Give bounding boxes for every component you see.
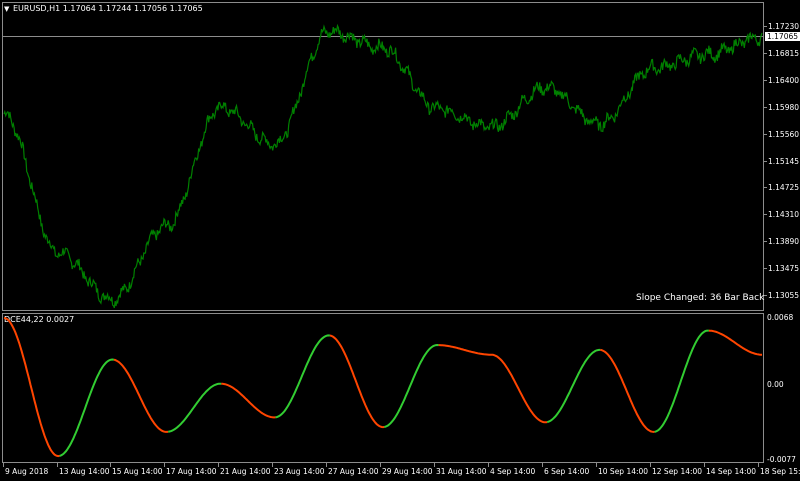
indicator-rising-segment — [59, 358, 115, 457]
indicator-falling-segment — [221, 382, 276, 419]
indicator-falling-segment — [113, 358, 169, 433]
chart-window[interactable]: ▼ EURUSD,H1 1.17064 1.17244 1.17056 1.17… — [0, 0, 800, 481]
indicator-falling-segment — [3, 317, 60, 458]
indicator-rising-segment — [546, 348, 601, 424]
price-series-line — [3, 23, 763, 309]
indicator-rising-segment — [167, 382, 222, 433]
indicator-falling-segment — [600, 348, 655, 433]
indicator-falling-segment — [708, 329, 762, 356]
price-chart — [3, 23, 763, 458]
indicator-rising-segment — [654, 329, 709, 433]
indicator-rising-segment — [275, 334, 330, 419]
indicator-rising-segment — [384, 343, 439, 428]
indicator-falling-segment — [329, 334, 385, 429]
indicator-falling-segment — [438, 344, 548, 424]
